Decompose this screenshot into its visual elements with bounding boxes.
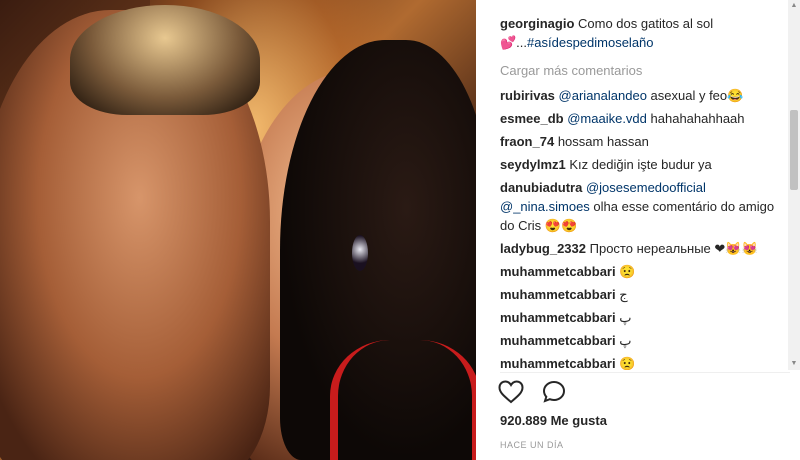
comment-row: muhammetcabbari پ xyxy=(490,331,786,350)
comment-text: hahahahahhaah xyxy=(646,111,745,126)
comment-username[interactable]: muhammetcabbari xyxy=(500,264,616,279)
comment-row: fraon_74 hossam hassan xyxy=(490,132,786,151)
comment-text: Просто нереальные ❤😻😻 xyxy=(589,241,758,256)
comments-list[interactable]: georginagio Como dos gatitos al sol 💕...… xyxy=(490,14,786,370)
comment-text: Kız dediğin işte budur ya xyxy=(569,157,712,172)
scroll-up-arrow-icon[interactable]: ▲ xyxy=(788,0,800,12)
comment-text: ج xyxy=(619,287,628,302)
comment-row: danubiadutra @josesemedoofficial @_nina.… xyxy=(490,178,786,235)
comment-mention[interactable]: @arianalandeo xyxy=(559,88,647,103)
comment-username[interactable]: muhammetcabbari xyxy=(500,333,616,348)
comment-row: muhammetcabbari پ xyxy=(490,308,786,327)
scroll-thumb[interactable] xyxy=(790,110,798,190)
comment-row: ladybug_2332 Просто нереальные ❤😻😻 xyxy=(490,239,786,258)
comment-text: پ xyxy=(619,333,632,348)
comment-mention[interactable]: @maaike.vdd xyxy=(567,111,647,126)
comment-row: muhammetcabbari ج xyxy=(490,285,786,304)
comment-row: seydylmz1 Kız dediğin işte budur ya xyxy=(490,155,786,174)
comment-username[interactable]: muhammetcabbari xyxy=(500,287,616,302)
comment-text: پ xyxy=(619,310,632,325)
caption-username[interactable]: georginagio xyxy=(500,16,574,31)
comment-text: asexual y feo😂 xyxy=(646,88,744,103)
likes-count[interactable]: 920.889 Me gusta xyxy=(500,413,607,428)
divider xyxy=(500,372,790,373)
caption-text: Como dos gatitos al sol xyxy=(578,16,714,31)
comment-username[interactable]: fraon_74 xyxy=(500,134,554,149)
comment-text: 😟 xyxy=(619,356,636,370)
comment-username[interactable]: seydylmz1 xyxy=(500,157,566,172)
heart-icon[interactable] xyxy=(498,380,524,406)
caption-emoji: 💕... xyxy=(500,35,528,50)
post-actions xyxy=(498,380,566,406)
comment-username[interactable]: muhammetcabbari xyxy=(500,310,616,325)
comment-username[interactable]: ladybug_2332 xyxy=(500,241,586,256)
load-more-comments-button[interactable]: Cargar más comentarios xyxy=(490,60,786,86)
comment-username[interactable]: danubiadutra xyxy=(500,180,582,195)
scroll-down-arrow-icon[interactable]: ▼ xyxy=(788,358,800,370)
comment-username[interactable]: muhammetcabbari xyxy=(500,356,616,370)
post-photo xyxy=(0,0,476,460)
comment-row: esmee_db @maaike.vdd hahahahahhaah xyxy=(490,109,786,128)
comment-row: muhammetcabbari 😟 xyxy=(490,354,786,370)
comment-text: 😟 xyxy=(619,264,636,279)
comments-scrollbar[interactable]: ▲ ▼ xyxy=(788,0,800,370)
caption-hashtag[interactable]: #asídespedimoselaño xyxy=(527,35,653,50)
comment-row: rubirivas @arianalandeo asexual y feo😂 xyxy=(490,86,786,105)
post-timestamp: HACE UN DÍA xyxy=(500,440,564,450)
comment-username[interactable]: rubirivas xyxy=(500,88,555,103)
comment-username[interactable]: esmee_db xyxy=(500,111,564,126)
comment-row: muhammetcabbari 😟 xyxy=(490,262,786,281)
comments-panel: georginagio Como dos gatitos al sol 💕...… xyxy=(490,0,800,460)
post-caption: georginagio Como dos gatitos al sol 💕...… xyxy=(490,14,786,52)
comment-bubble-icon[interactable] xyxy=(542,380,566,406)
comment-text: hossam hassan xyxy=(557,134,649,149)
